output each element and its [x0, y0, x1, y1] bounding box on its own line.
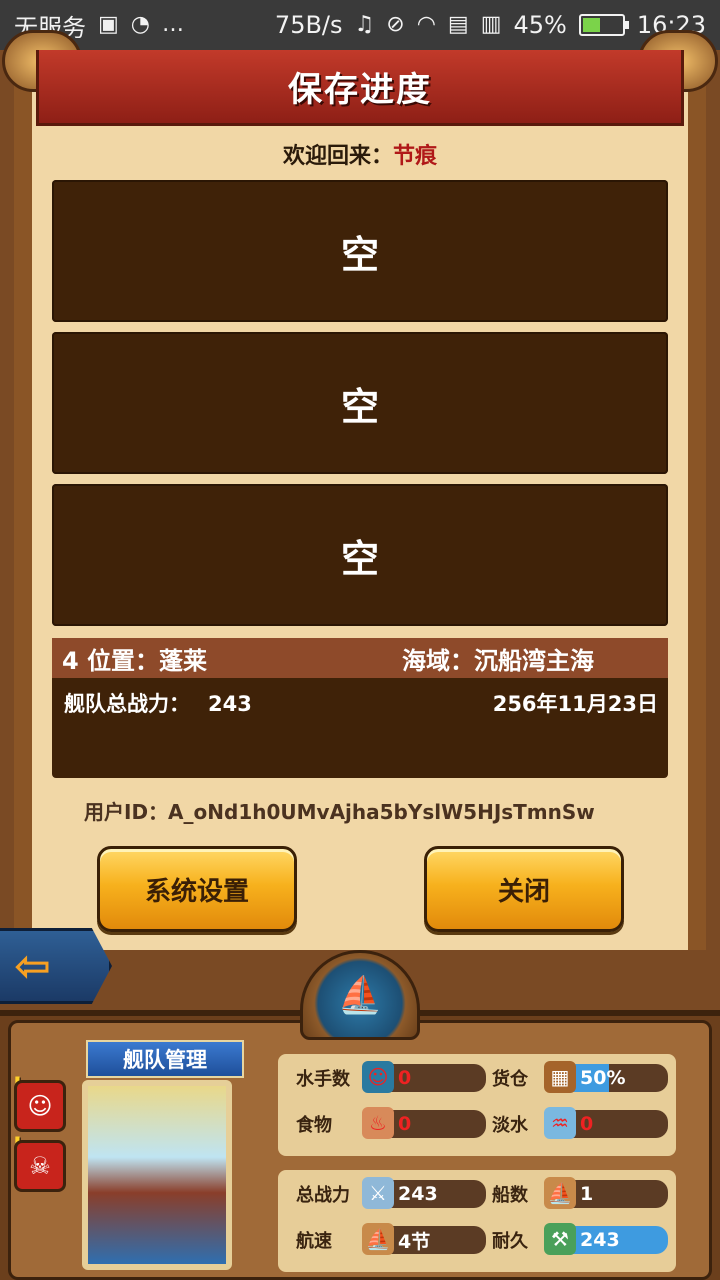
save-slot-2[interactable]: 空 [52, 332, 668, 474]
sailor-icon: ☺ [362, 1061, 394, 1093]
stat-value: 0 [398, 1067, 412, 1089]
headset-icon: ♫ [354, 12, 375, 37]
page-title: 保存进度 [36, 50, 684, 126]
stat-label: 货仓 [492, 1069, 528, 1090]
stat-total-power: 总战力 ⚔ 243 [296, 1177, 486, 1210]
cargo-bar: ▦ 50% [544, 1061, 668, 1093]
sim-icon: ▤ [447, 12, 469, 37]
stat-ships: 船数 ⛵ 1 [492, 1177, 668, 1210]
settings-button[interactable]: 系统设置 [97, 846, 297, 932]
slot-header: 4 位置：蓬莱 海域：沉船湾主海 [52, 638, 668, 678]
meat-icon: ♨ [362, 1107, 394, 1139]
welcome-label: 欢迎回来： [282, 144, 393, 169]
slot-label: 空 [340, 536, 379, 581]
fleet-stats-panel: 总战力 ⚔ 243 船数 ⛵ 1 航速 ⛵ 4节 耐久 ⚒ 243 [278, 1170, 676, 1272]
ship-image[interactable] [82, 1080, 232, 1270]
repair-icon: ⚒ [544, 1223, 576, 1255]
welcome-text: 欢迎回来：节痕 [0, 138, 720, 170]
crossed-swords-icon: ⚔ [362, 1177, 394, 1209]
power-label: 舰队总战力： [64, 692, 190, 716]
stat-food: 食物 ♨ 0 [296, 1107, 486, 1140]
stat-speed: 航速 ⛵ 4节 [296, 1223, 486, 1256]
power-value: 243 [208, 692, 252, 716]
sync-icon: ◔ [130, 12, 150, 37]
pirate-icon: ☠ [29, 1152, 51, 1180]
battery-fill [582, 18, 600, 32]
image-icon: ▣ [98, 12, 119, 37]
crate-icon: ▦ [544, 1061, 576, 1093]
save-date: 256年11月23日 [492, 692, 658, 716]
sail-icon: ⛵ [362, 1223, 394, 1255]
arrow-left-icon: ⇦ [14, 940, 51, 992]
stat-cargo: 货仓 ▦ 50% [492, 1061, 668, 1094]
stat-label: 总战力 [296, 1185, 350, 1206]
stat-label: 船数 [492, 1185, 528, 1206]
stat-value: 0 [398, 1113, 412, 1135]
save-slot-1[interactable]: 空 [52, 180, 668, 322]
slot-number: 4 [62, 646, 79, 675]
close-button[interactable]: 关闭 [424, 846, 624, 932]
sailor-button[interactable]: ☺ [14, 1080, 66, 1132]
water-jug-icon: ♒ [544, 1107, 576, 1139]
stat-value: 243 [580, 1229, 620, 1251]
stat-value: 1 [580, 1183, 594, 1205]
slot-label: 空 [340, 384, 379, 429]
supplies-panel: 水手数 ☺ 0 货仓 ▦ 50% 食物 ♨ 0 淡水 ♒ 0 [278, 1054, 676, 1156]
stat-durability: 耐久 ⚒ 243 [492, 1223, 668, 1256]
network-speed: 75B/s [274, 11, 343, 39]
slot-location: 位置：蓬莱 [87, 646, 208, 675]
stat-label: 淡水 [492, 1115, 528, 1136]
stat-water: 淡水 ♒ 0 [492, 1107, 668, 1140]
player-name: 节痕 [393, 144, 438, 169]
sim2-icon: ▥ [480, 12, 502, 37]
stat-label: 航速 [296, 1231, 332, 1252]
user-id: 用户ID：A_oNd1h0UMvAjha5bYslW5HJsTmnSw [84, 800, 595, 824]
battery-percent: 45% [513, 11, 567, 39]
stat-value: 4节 [398, 1230, 431, 1253]
stat-value: 50% [580, 1067, 626, 1089]
ship-voyage-icon[interactable]: ⛵ [300, 950, 420, 1040]
stat-value: 243 [398, 1183, 438, 1205]
save-slot-3[interactable]: 空 [52, 484, 668, 626]
battery-icon [578, 14, 629, 36]
stat-label: 耐久 [492, 1231, 528, 1252]
stat-sailors: 水手数 ☺ 0 [296, 1061, 486, 1094]
wifi-icon: ◠ [416, 12, 436, 37]
sailor-icon: ☺ [27, 1092, 53, 1120]
slot-sea: 海域：沉船湾主海 [402, 646, 594, 675]
stat-label: 水手数 [296, 1069, 350, 1090]
slot-label: 空 [340, 232, 379, 277]
save-slot-4[interactable]: 4 位置：蓬莱 海域：沉船湾主海 舰队总战力： 243 256年11月23日 [52, 638, 668, 778]
stat-value: 0 [580, 1113, 594, 1135]
status-bar: 无服务 ▣ ◔ … 75B/s ♫ ⊘ ◠ ▤ ▥ 45% 16:23 [0, 0, 720, 50]
fleet-management-tag[interactable]: 舰队管理 [86, 1040, 244, 1078]
boat-icon: ⛵ [544, 1177, 576, 1209]
mute-icon: ⊘ [386, 12, 405, 37]
more-icon: … [162, 12, 184, 37]
stat-label: 食物 [296, 1115, 332, 1136]
pirate-button[interactable]: ☠ [14, 1140, 66, 1192]
back-button[interactable]: ⇦ [0, 928, 112, 1004]
